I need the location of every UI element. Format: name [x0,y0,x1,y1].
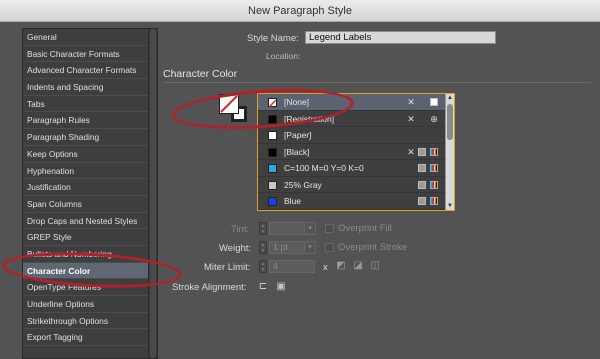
style-name-field[interactable]: Legend Labels [305,31,496,44]
round-join-icon[interactable]: ◪ [352,260,364,272]
window-title: New Paragraph Style [0,0,600,22]
non-editable-icon: ✕ [407,113,415,124]
sidebar-item-drop-caps[interactable]: Drop Caps and Nested Styles [23,213,157,230]
sidebar-item-justification[interactable]: Justification [23,179,157,196]
scroll-down-icon[interactable]: ▼ [447,203,453,209]
sidebar-item-bullets-and-numbering[interactable]: Bullets and Numbering [23,246,157,263]
swatch-name: Blue [284,196,302,206]
swatch-list[interactable]: [None] ✕ [Registration] ✕ ⊕ [Paper] [Bla… [257,93,455,211]
swatch-chip [268,180,277,190]
fill-stroke-proxy[interactable] [219,94,253,128]
sidebar-item-tabs[interactable]: Tabs [23,96,157,113]
sidebar-item-keep-options[interactable]: Keep Options [23,146,157,163]
swatch-chip [268,197,277,206]
swatch-name: [None] [284,97,310,107]
cmyk-mode-icon [430,164,438,172]
scroll-up-icon[interactable]: ▲ [447,95,453,101]
sidebar-item-opentype-features[interactable]: OpenType Features [23,279,157,296]
swatch-name: C=100 M=0 Y=0 K=0 [284,163,364,173]
sidebar-item-paragraph-rules[interactable]: Paragraph Rules [23,112,157,130]
bevel-join-icon[interactable]: ◫ [369,260,381,272]
section-title: Character Color [163,68,238,80]
sidebar-item-general[interactable]: General [23,29,157,46]
overprint-fill-checkbox[interactable] [325,224,334,233]
swatch-name: 25% Gray [284,179,322,190]
swatch-name: [Registration] [284,113,335,124]
registration-mark-icon: ⊕ [430,113,438,124]
stroke-alignment-label: Stroke Alignment: [172,282,247,293]
swatch-chip [268,164,277,173]
overprint-stroke-label: Overprint Stroke [338,242,408,253]
swatch-row-black[interactable]: [Black] ✕ [258,144,446,160]
swatch-row-blue[interactable]: Blue [258,193,446,210]
sidebar-item-export-tagging[interactable]: Export Tagging [23,329,157,347]
process-color-icon [418,147,426,156]
none-slash-icon [220,95,238,113]
weight-stepper[interactable]: ▲ ▼ [259,241,267,254]
miter-limit-label: Miter Limit: [204,262,251,273]
overprint-stroke-checkbox[interactable] [325,243,334,252]
swatch-list-scrollbar[interactable]: ▲ ▼ [445,94,454,210]
miter-join-icon[interactable]: ◩ [335,260,347,272]
swatch-row-paper[interactable]: [Paper] [258,127,446,144]
miter-unit: x [323,262,328,273]
cmyk-mode-icon [430,197,438,205]
swatch-chip [268,98,277,108]
tint-label: Tint: [231,224,250,235]
process-color-icon [418,180,426,189]
weight-field[interactable]: 1 pt [269,241,305,254]
sidebar-item-grep-style[interactable]: GREP Style [23,229,157,246]
sidebar-item-span-columns[interactable]: Span Columns [23,196,157,213]
sidebar-item-advanced-character-formats[interactable]: Advanced Character Formats [23,62,157,80]
tint-field[interactable] [269,222,305,235]
sidebar-item-hyphenation[interactable]: Hyphenation [23,163,157,180]
sidebar-item-paragraph-shading[interactable]: Paragraph Shading [23,129,157,146]
process-color-icon [418,164,426,172]
cmyk-mode-icon [430,180,438,189]
sidebar-scrollbar[interactable] [148,29,157,358]
none-mode-icon [430,98,438,106]
swatch-row-none[interactable]: [None] ✕ [258,94,446,111]
sidebar-item-underline-options[interactable]: Underline Options [23,296,157,313]
sidebar-item-character-color[interactable]: Character Color [23,262,157,280]
swatch-name: [Paper] [284,130,312,140]
weight-label: Weight: [219,243,252,254]
miter-limit-field[interactable]: 4 [269,260,315,273]
swatch-chip [268,147,277,157]
cmyk-mode-icon [430,147,438,156]
swatch-row-cyan[interactable]: C=100 M=0 Y=0 K=0 [258,160,446,177]
swatch-row-25-gray[interactable]: 25% Gray [258,177,446,193]
non-editable-icon: ✕ [407,97,415,107]
overprint-fill-label: Overprint Fill [338,223,392,234]
swatch-row-registration[interactable]: [Registration] ✕ ⊕ [258,111,446,127]
weight-dropdown-icon[interactable]: ▾ [304,241,316,254]
align-center-icon[interactable]: ⊏ [257,281,269,293]
style-name-label: Style Name: [247,33,299,44]
swatch-chip [268,114,277,124]
swatch-scroll-thumb[interactable] [447,104,453,140]
non-editable-icon: ✕ [407,146,415,157]
section-divider [163,82,591,83]
location-label: Location: [266,51,301,61]
swatch-chip [268,131,277,140]
none-slash-icon [268,99,277,108]
tint-dropdown-icon[interactable]: ▾ [304,222,316,235]
miter-stepper[interactable]: ▲ ▼ [259,260,267,273]
category-sidebar: General Basic Character Formats Advanced… [22,28,158,359]
sidebar-item-strikethrough-options[interactable]: Strikethrough Options [23,313,157,330]
tint-stepper[interactable]: ▲ ▼ [259,222,267,235]
fill-swatch-icon[interactable] [219,94,239,114]
align-outside-icon[interactable]: ▣ [275,281,287,293]
process-color-icon [418,197,426,205]
swatch-name: [Black] [284,146,310,157]
sidebar-item-basic-character-formats[interactable]: Basic Character Formats [23,46,157,63]
sidebar-scroll-thumb[interactable] [150,29,156,358]
sidebar-item-indents-and-spacing[interactable]: Indents and Spacing [23,79,157,96]
